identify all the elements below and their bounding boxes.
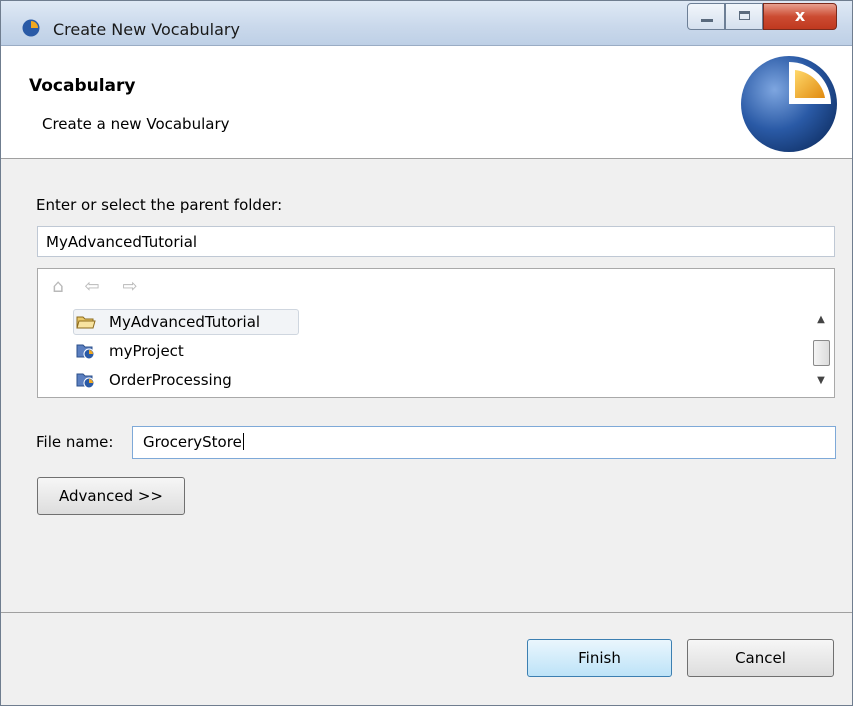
tree-item-myproject[interactable]: myProject bbox=[73, 338, 803, 367]
project-icon bbox=[76, 373, 95, 389]
text-caret bbox=[242, 433, 244, 450]
file-name-input[interactable]: GroceryStore bbox=[132, 426, 836, 459]
tree-item-myadvancedtutorial[interactable]: MyAdvancedTutorial bbox=[73, 309, 803, 338]
maximize-button[interactable] bbox=[725, 3, 763, 30]
cancel-button[interactable]: Cancel bbox=[687, 639, 834, 677]
minimize-icon bbox=[701, 19, 713, 22]
app-logo-icon bbox=[22, 19, 40, 37]
home-icon[interactable]: ⌂ bbox=[48, 277, 68, 297]
close-button[interactable]: x bbox=[763, 3, 837, 30]
tree-item-label: myProject bbox=[109, 342, 184, 360]
folder-tree[interactable]: ⌂ ⇦ ⇨ MyAdvancedTutorial myProject Order… bbox=[37, 268, 835, 398]
page-description: Create a new Vocabulary bbox=[42, 115, 230, 133]
file-name-value: GroceryStore bbox=[143, 433, 242, 451]
tree-scrollbar[interactable]: ▲ ▼ bbox=[810, 309, 832, 395]
parent-folder-input[interactable]: MyAdvancedTutorial bbox=[37, 226, 835, 257]
scroll-down-icon[interactable]: ▼ bbox=[810, 375, 832, 386]
dialog-window: Create New Vocabulary x Vocabulary Creat… bbox=[0, 0, 853, 706]
parent-folder-label: Enter or select the parent folder: bbox=[36, 196, 283, 214]
tree-item-label: OrderProcessing bbox=[109, 371, 232, 389]
maximize-icon bbox=[739, 11, 750, 20]
forward-arrow-icon[interactable]: ⇨ bbox=[120, 277, 140, 297]
page-title: Vocabulary bbox=[29, 76, 136, 96]
finish-button[interactable]: Finish bbox=[527, 639, 672, 677]
tree-list: MyAdvancedTutorial myProject OrderProces… bbox=[73, 309, 803, 396]
tree-item-orderprocessing[interactable]: OrderProcessing bbox=[73, 367, 803, 396]
advanced-button[interactable]: Advanced >> bbox=[37, 477, 185, 515]
scroll-thumb[interactable] bbox=[813, 340, 830, 366]
tree-item-label: MyAdvancedTutorial bbox=[109, 313, 261, 331]
wizard-header: Vocabulary Create a new Vocabulary bbox=[1, 46, 852, 159]
title-bar[interactable]: Create New Vocabulary x bbox=[1, 1, 852, 46]
close-icon: x bbox=[794, 6, 806, 25]
button-bar-separator bbox=[1, 612, 852, 613]
wizard-logo-icon bbox=[741, 56, 837, 152]
file-name-label: File name: bbox=[36, 433, 114, 451]
back-arrow-icon[interactable]: ⇦ bbox=[82, 277, 102, 297]
window-title: Create New Vocabulary bbox=[53, 20, 240, 39]
open-folder-icon bbox=[76, 316, 96, 329]
scroll-up-icon[interactable]: ▲ bbox=[810, 314, 832, 325]
minimize-button[interactable] bbox=[687, 3, 725, 30]
project-icon bbox=[76, 344, 95, 360]
